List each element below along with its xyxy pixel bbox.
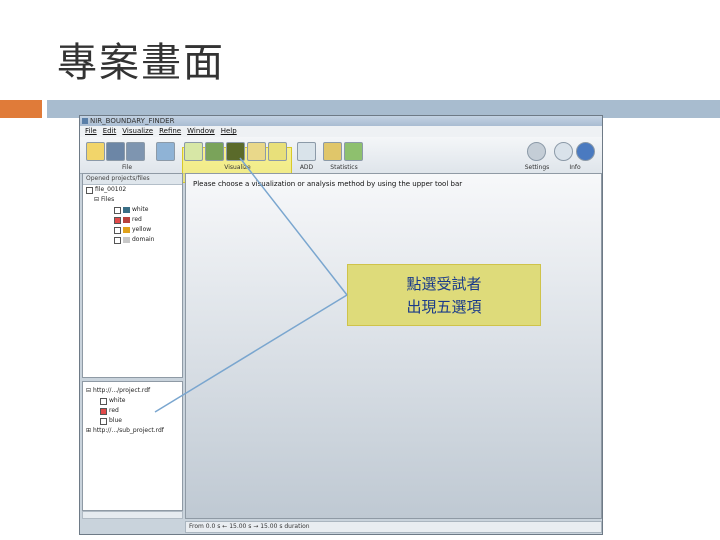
tree-item-label: http://.../project.rdf [93, 387, 151, 394]
image-icon[interactable] [156, 142, 175, 161]
color-swatch [123, 237, 130, 243]
toolbar-group-visualize-label: Visualize [224, 164, 251, 171]
toolbar-settings-label: Settings [524, 164, 550, 171]
tree-item[interactable]: ⊟ http://.../project.rdf [86, 386, 182, 396]
color-swatch [123, 227, 130, 233]
callout-line-1: 點選受試者 [406, 275, 482, 293]
tree-item[interactable]: white [86, 205, 182, 215]
slide-title: 專案畫面 [57, 40, 225, 86]
menu-window[interactable]: Window [187, 126, 215, 137]
info-icon[interactable] [554, 142, 573, 161]
settings-gear-icon[interactable] [527, 142, 546, 161]
save-all-icon[interactable] [126, 142, 145, 161]
checkbox[interactable] [114, 226, 121, 234]
instruction-text: Please choose a visualization or analysi… [193, 180, 463, 188]
tree-item-label: yellow [132, 226, 152, 233]
menu-file[interactable]: File [85, 126, 97, 137]
project-tree-panel: ⊟ http://.../project.rdf white red blue ⊞… [82, 381, 183, 511]
tree-item[interactable]: ⊟ Files [86, 195, 182, 205]
accent-bar-orange [0, 100, 42, 118]
menu-refine[interactable]: Refine [159, 126, 181, 137]
tree-item[interactable]: red [86, 215, 182, 225]
window-titlebar: NIR_BOUNDARY_FINDER [80, 116, 602, 126]
visualization-area: Please choose a visualization or analysi… [185, 173, 602, 519]
tree-item-label: white [109, 397, 126, 404]
bar-chart-icon[interactable] [323, 142, 342, 161]
menu-bar: File Edit Visualize Refine Window Help [80, 126, 602, 137]
grid-map-icon[interactable] [205, 142, 224, 161]
toolbar-info-label: Info [569, 164, 581, 171]
scatter-icon[interactable] [268, 142, 287, 161]
tree-item[interactable]: blue [86, 416, 182, 426]
project-tree: ⊟ http://.../project.rdf white red blue ⊞… [83, 382, 182, 436]
tree-item-label: red [109, 407, 119, 414]
tree-item[interactable]: domain [86, 235, 182, 245]
tree-item[interactable]: white [86, 396, 182, 406]
checkbox[interactable] [114, 206, 121, 214]
checkbox[interactable] [86, 186, 93, 194]
expand-minus-icon[interactable]: ⊟ [86, 386, 91, 396]
callout-line-2: 出現五選項 [406, 298, 482, 316]
checkbox[interactable] [114, 236, 121, 244]
tree-item[interactable]: file_00102 [86, 185, 182, 195]
tree-item[interactable]: yellow [86, 225, 182, 235]
table-icon[interactable] [184, 142, 203, 161]
save-icon[interactable] [106, 142, 125, 161]
help-icon[interactable] [576, 142, 595, 161]
tree-item-label: domain [132, 236, 155, 243]
area-chart-icon[interactable] [344, 142, 363, 161]
opened-files-header: Opened projects/files [83, 174, 182, 185]
toolbar-group-statistics-label: Statistics [330, 164, 358, 171]
tree-item-label: Files [101, 196, 115, 203]
window-title: NIR_BOUNDARY_FINDER [90, 117, 175, 125]
color-swatch [123, 217, 130, 223]
toolbar-group-add-label: ADD [299, 164, 314, 171]
file-tree: file_00102 ⊟ Files white red yellow domai… [83, 185, 182, 245]
checkbox[interactable] [100, 397, 107, 405]
toolbar-group-file-label: File [121, 164, 133, 171]
tree-item-label: white [132, 206, 149, 213]
checkbox[interactable] [100, 407, 107, 415]
heatmap-icon[interactable] [226, 142, 245, 161]
checkbox[interactable] [114, 216, 121, 224]
menu-edit[interactable]: Edit [103, 126, 117, 137]
horizontal-scrollbar[interactable] [82, 511, 183, 519]
expand-minus-icon[interactable]: ⊟ [94, 195, 99, 205]
tree-item[interactable]: ⊞ http://.../sub_project.rdf [86, 426, 182, 436]
expand-plus-icon[interactable]: ⊞ [86, 426, 91, 436]
status-bar: From 0.0 s ← 15.00 s → 15.00 s duration [185, 521, 602, 533]
color-swatch [123, 207, 130, 213]
open-folder-icon[interactable] [86, 142, 105, 161]
tree-item[interactable]: red [86, 406, 182, 416]
tree-item-label: blue [109, 417, 122, 424]
menu-visualize[interactable]: Visualize [122, 126, 153, 137]
tree-item-label: http://.../sub_project.rdf [93, 427, 164, 434]
pointer-icon[interactable] [247, 142, 266, 161]
add-color-icon[interactable] [297, 142, 316, 161]
tree-item-label: red [132, 216, 142, 223]
checkbox[interactable] [100, 417, 107, 425]
opened-files-panel: Opened projects/files file_00102 ⊟ Files … [82, 173, 183, 378]
toolbar: File Visualize ADD Statistics Settings I… [80, 137, 602, 183]
app-icon [82, 118, 88, 124]
menu-help[interactable]: Help [221, 126, 237, 137]
annotation-callout: 點選受試者 出現五選項 [347, 264, 541, 326]
tree-item-label: file_00102 [95, 186, 127, 193]
